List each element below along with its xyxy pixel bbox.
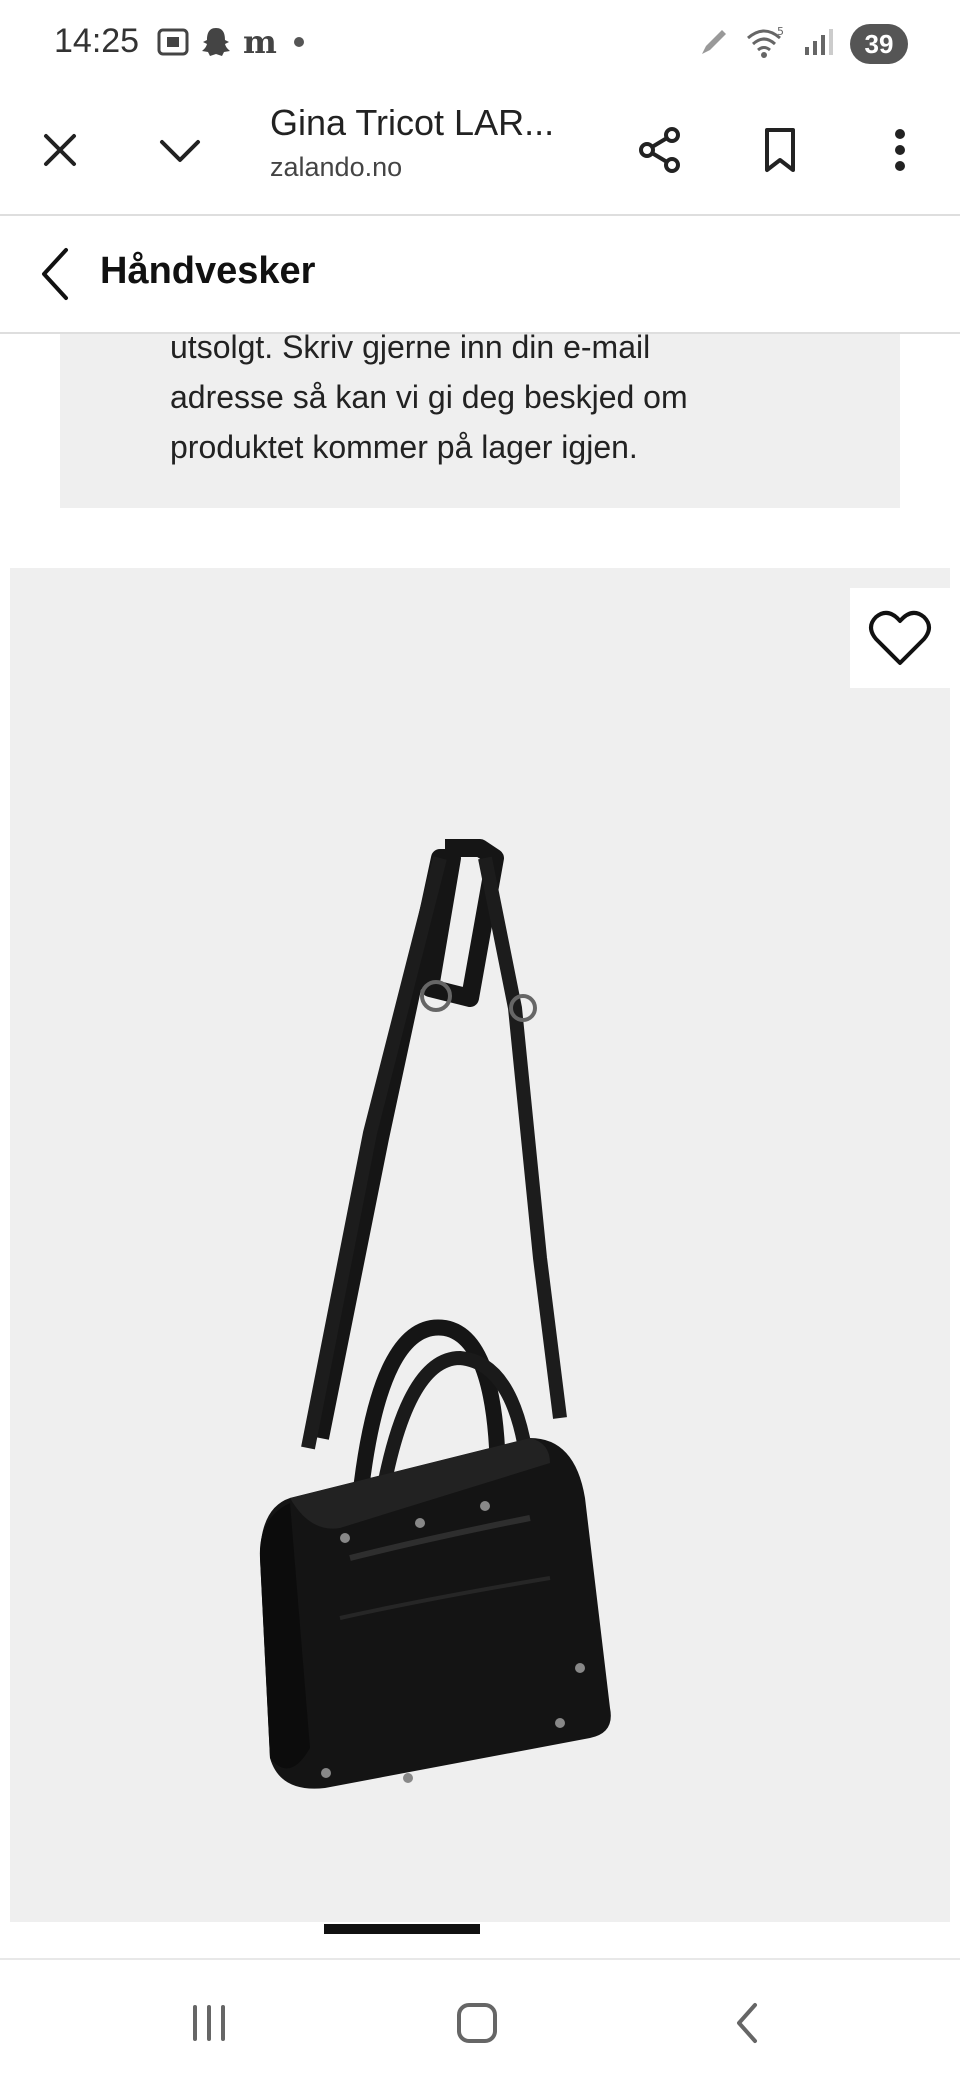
handbag-photo — [259, 839, 611, 1789]
home-button[interactable] — [442, 1988, 512, 2058]
heart-outline-icon — [869, 610, 931, 665]
status-time: 14:25 — [54, 22, 140, 60]
home-icon — [457, 2003, 497, 2043]
battery-indicator: 39 — [850, 24, 908, 64]
wishlist-button[interactable] — [850, 588, 950, 688]
recent-apps-button[interactable] — [174, 1988, 244, 2058]
bookmark-icon — [765, 128, 795, 172]
back-icon — [737, 2003, 757, 2043]
tab-url: zalando.no — [270, 152, 403, 182]
chevron-down-icon — [160, 140, 200, 162]
more-icon — [895, 129, 905, 171]
minimize-tab-button[interactable] — [138, 108, 222, 192]
m-app-icon: m — [242, 23, 282, 64]
gallery-indicator — [324, 1924, 480, 1934]
dot-icon — [292, 35, 306, 54]
back-button[interactable] — [712, 1988, 782, 2058]
status-system-icons: 5 39 — [698, 22, 908, 66]
notice-line: produktet kommer på lager igjen. — [170, 429, 638, 465]
category-back-button[interactable] — [24, 242, 88, 306]
more-options-button[interactable] — [858, 108, 942, 192]
tab-title: Gina Tricot LAR... — [270, 102, 555, 143]
share-button[interactable] — [618, 108, 702, 192]
signal-icon — [802, 25, 836, 64]
tab-info[interactable]: Gina Tricot LAR... zalando.no — [270, 102, 580, 183]
recent-apps-icon — [193, 2005, 225, 2041]
screenshot-icon — [156, 25, 190, 64]
product-image[interactable] — [10, 568, 950, 1922]
bookmark-button[interactable] — [738, 108, 822, 192]
notice-text: utsolgt. Skriv gjerne inn din e-mail adr… — [170, 322, 810, 472]
status-bar: 14:25 m 5 39 — [0, 0, 960, 88]
share-icon — [639, 127, 680, 173]
svg-text:5: 5 — [777, 25, 784, 38]
pen-icon — [698, 26, 730, 63]
system-nav-bar — [0, 1958, 960, 2080]
notice-line: adresse så kan vi gi deg beskjed om — [170, 379, 688, 415]
close-icon — [44, 134, 76, 166]
svg-text:m: m — [243, 25, 277, 59]
browser-toolbar: Gina Tricot LAR... zalando.no — [0, 88, 960, 216]
close-tab-button[interactable] — [18, 108, 102, 192]
status-notification-icons: m — [156, 23, 306, 64]
category-header: Håndvesker — [0, 216, 960, 334]
chevron-left-icon — [42, 248, 68, 300]
snapchat-icon — [200, 25, 232, 64]
wifi-5-icon: 5 — [744, 24, 788, 65]
category-title: Håndvesker — [100, 250, 316, 292]
